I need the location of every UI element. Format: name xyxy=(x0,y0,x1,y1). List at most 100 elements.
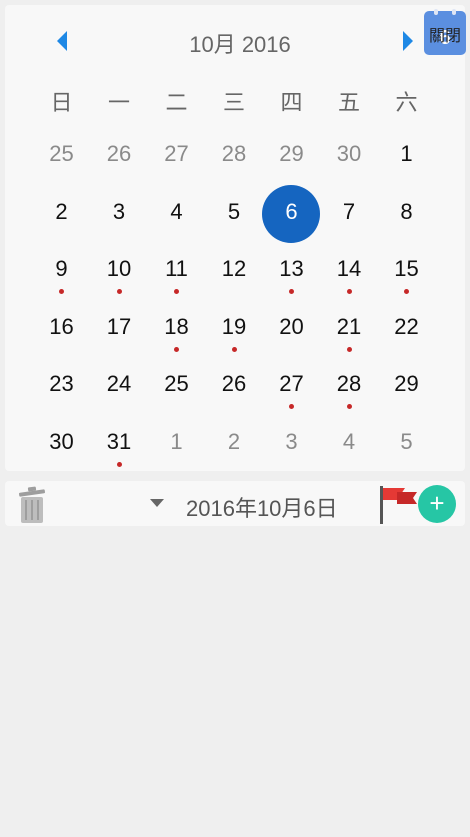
day-cell[interactable]: 26 xyxy=(206,371,263,417)
day-number: 3 xyxy=(285,428,298,454)
day-cell[interactable]: 1 xyxy=(148,429,205,475)
day-cell[interactable]: 25 xyxy=(148,371,205,417)
day-cell[interactable]: 2 xyxy=(206,429,263,475)
day-cell[interactable]: 8 xyxy=(378,199,435,245)
day-number: 20 xyxy=(279,313,304,339)
day-cell[interactable]: 30 xyxy=(33,429,90,475)
day-cell[interactable]: 9 xyxy=(33,256,90,302)
day-number: 10 xyxy=(106,256,132,281)
calendar-card: 10月 2016 6 關閉 日一二三四五六 25 26 27 28 29 30 1 2 3 4 5 6… xyxy=(5,5,466,471)
day-number: 5 xyxy=(400,428,413,454)
day-cell[interactable]: 15 xyxy=(378,256,435,302)
day-number: 2 xyxy=(55,198,68,224)
day-cell[interactable]: 26 xyxy=(91,141,148,187)
day-cell[interactable]: 1 xyxy=(378,141,435,187)
event-dot-icon xyxy=(174,289,179,294)
week-row: 25 26 27 28 29 30 1 xyxy=(5,129,465,187)
plus-icon: + xyxy=(429,488,445,518)
day-cell[interactable]: 29 xyxy=(263,141,320,187)
day-cell[interactable]: 5 xyxy=(206,199,263,245)
day-cell[interactable]: 18 xyxy=(148,314,205,360)
day-cell[interactable]: 29 xyxy=(378,371,435,417)
day-cell[interactable]: 14 xyxy=(321,256,378,302)
weekday-label: 六 xyxy=(395,90,418,115)
day-number: 13 xyxy=(279,256,304,281)
day-cell[interactable]: 23 xyxy=(33,371,90,417)
day-number: 7 xyxy=(342,198,356,224)
event-dot-icon xyxy=(116,289,122,294)
prev-month-button[interactable] xyxy=(57,31,67,51)
day-cell[interactable]: 5 xyxy=(378,429,435,475)
event-dot-icon xyxy=(289,289,294,294)
day-cell[interactable]: 17 xyxy=(91,314,148,360)
weekday-header: 日一二三四五六 xyxy=(5,73,465,115)
day-cell[interactable]: 28 xyxy=(321,371,378,417)
day-number: 4 xyxy=(342,428,356,454)
weekday-label: 一 xyxy=(107,90,130,115)
flag-icon[interactable] xyxy=(379,484,419,526)
day-cell[interactable]: 30 xyxy=(321,141,378,187)
day-cell[interactable]: 25 xyxy=(33,141,90,187)
day-number: 18 xyxy=(164,313,189,339)
day-number: 24 xyxy=(106,371,132,396)
day-cell[interactable]: 2 xyxy=(33,199,90,245)
day-cell-selected[interactable]: 6 xyxy=(262,184,320,245)
day-cell[interactable]: 27 xyxy=(263,371,320,417)
day-number: 9 xyxy=(55,256,68,281)
day-number: 29 xyxy=(394,371,419,396)
day-cell[interactable]: 19 xyxy=(206,314,263,360)
day-number: 15 xyxy=(394,256,419,281)
close-label[interactable]: 關閉 xyxy=(424,22,466,46)
add-event-button[interactable]: + xyxy=(418,485,456,523)
day-cell[interactable]: 11 xyxy=(148,256,205,302)
date-dropdown[interactable]: 2016年10月6日 xyxy=(145,481,375,526)
day-cell[interactable]: 24 xyxy=(91,371,148,417)
day-cell[interactable]: 10 xyxy=(91,256,148,302)
day-number: 6 xyxy=(285,198,298,224)
event-dot-icon xyxy=(346,404,352,409)
day-cell[interactable]: 16 xyxy=(33,314,90,360)
day-number: 3 xyxy=(112,198,126,224)
day-number: 5 xyxy=(227,198,241,224)
week-row: 16 17 18 19 20 21 22 xyxy=(5,302,465,360)
day-cell[interactable]: 12 xyxy=(206,256,263,302)
trash-icon[interactable] xyxy=(17,486,47,524)
day-cell[interactable]: 21 xyxy=(321,314,378,360)
day-number: 30 xyxy=(336,141,362,166)
day-number: 26 xyxy=(221,371,247,396)
week-row: 30 31 1 2 3 4 5 xyxy=(5,417,465,475)
weekday-label: 三 xyxy=(222,90,245,115)
day-cell[interactable]: 3 xyxy=(263,429,320,475)
day-cell[interactable]: 13 xyxy=(263,256,320,302)
day-cell[interactable]: 27 xyxy=(148,141,205,187)
day-number: 25 xyxy=(49,141,74,166)
calendar-rings-icon xyxy=(432,9,458,15)
day-number: 29 xyxy=(279,141,304,166)
day-cell[interactable]: 20 xyxy=(263,314,320,360)
today-button[interactable]: 6 關閉 xyxy=(424,9,466,55)
day-number: 4 xyxy=(170,198,183,224)
event-dot-icon xyxy=(116,461,122,467)
day-number: 1 xyxy=(400,141,413,166)
day-number: 17 xyxy=(106,313,132,339)
day-cell[interactable]: 4 xyxy=(148,199,205,245)
day-cell[interactable]: 28 xyxy=(206,141,263,187)
event-dot-icon xyxy=(289,404,294,409)
weekday-label: 二 xyxy=(165,90,188,115)
week-row: 9 10 11 12 13 14 15 xyxy=(5,244,465,302)
event-dot-icon xyxy=(346,289,352,294)
day-number: 23 xyxy=(49,371,74,396)
day-cell[interactable]: 31 xyxy=(91,429,148,475)
month-title: 10月 2016 xyxy=(189,32,291,57)
day-cell[interactable]: 3 xyxy=(91,199,148,245)
next-month-button[interactable] xyxy=(403,31,413,51)
day-number: 21 xyxy=(336,313,362,339)
event-dot-icon xyxy=(59,289,64,294)
selected-date-label: 2016年10月6日 xyxy=(186,496,338,521)
day-cell[interactable]: 4 xyxy=(321,429,378,475)
weekday-label: 四 xyxy=(280,90,303,115)
day-cell[interactable]: 7 xyxy=(321,199,378,245)
event-dot-icon xyxy=(231,346,237,352)
event-dot-icon xyxy=(404,289,409,294)
day-cell[interactable]: 22 xyxy=(378,314,435,360)
